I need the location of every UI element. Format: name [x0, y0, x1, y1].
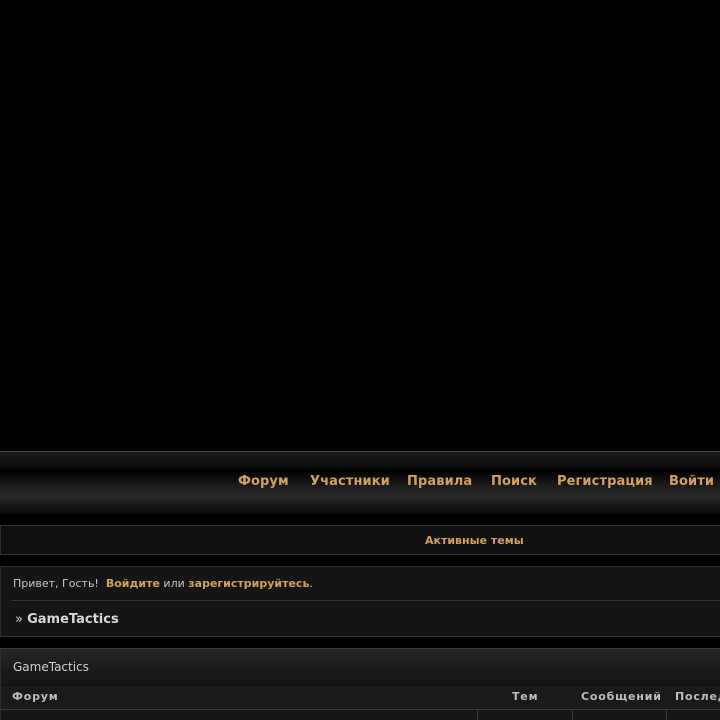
column-separator — [477, 710, 478, 720]
breadcrumb: » GameTactics — [15, 612, 119, 627]
login-link[interactable]: Войдите — [106, 577, 160, 590]
page: Форум Участники Правила Поиск Регистраци… — [0, 0, 720, 720]
welcome-end-punctuation: . — [309, 577, 313, 590]
nav-forum-link[interactable]: Форум — [238, 474, 289, 489]
category-title[interactable]: GameTactics — [13, 660, 89, 674]
forum-table-header: Форум Тем Сообщений Последнее сообщение — [1, 686, 720, 710]
column-separator — [666, 710, 667, 720]
table-row — [1, 710, 720, 720]
nav-register-link[interactable]: Регистрация — [557, 474, 653, 489]
nav-members-link[interactable]: Участники — [310, 474, 390, 489]
nav-search-link[interactable]: Поиск — [491, 474, 537, 489]
forum-category: GameTactics Форум Тем Сообщений Последне… — [0, 648, 720, 720]
register-link[interactable]: зарегистрируйтесь — [188, 577, 309, 590]
welcome-box: Привет, Гость! Войдите или зарегистрируй… — [0, 566, 720, 637]
welcome-message: Привет, Гость! Войдите или зарегистрируй… — [13, 577, 313, 590]
nav-rules-link[interactable]: Правила — [407, 474, 472, 489]
active-topics-link[interactable]: Активные темы — [425, 534, 524, 547]
column-separator — [572, 710, 573, 720]
main-navigation: Форум Участники Правила Поиск Регистраци… — [0, 451, 720, 514]
greeting-text: Привет, Гость! — [13, 577, 99, 590]
breadcrumb-forum-link[interactable]: GameTactics — [27, 612, 119, 627]
nav-login-link[interactable]: Войти — [669, 474, 714, 489]
column-forum: Форум — [12, 690, 59, 703]
divider — [11, 600, 720, 601]
column-last-post: Последнее сообщение — [675, 690, 720, 703]
header-banner — [0, 0, 720, 451]
category-header: GameTactics — [1, 649, 720, 685]
column-posts: Сообщений — [581, 690, 662, 703]
nav-links: Форум Участники Правила Поиск Регистраци… — [0, 474, 720, 492]
column-topics: Тем — [512, 690, 539, 703]
or-text: или — [163, 577, 185, 590]
active-topics-bar: Активные темы — [0, 525, 720, 555]
breadcrumb-arrow: » — [15, 612, 23, 627]
